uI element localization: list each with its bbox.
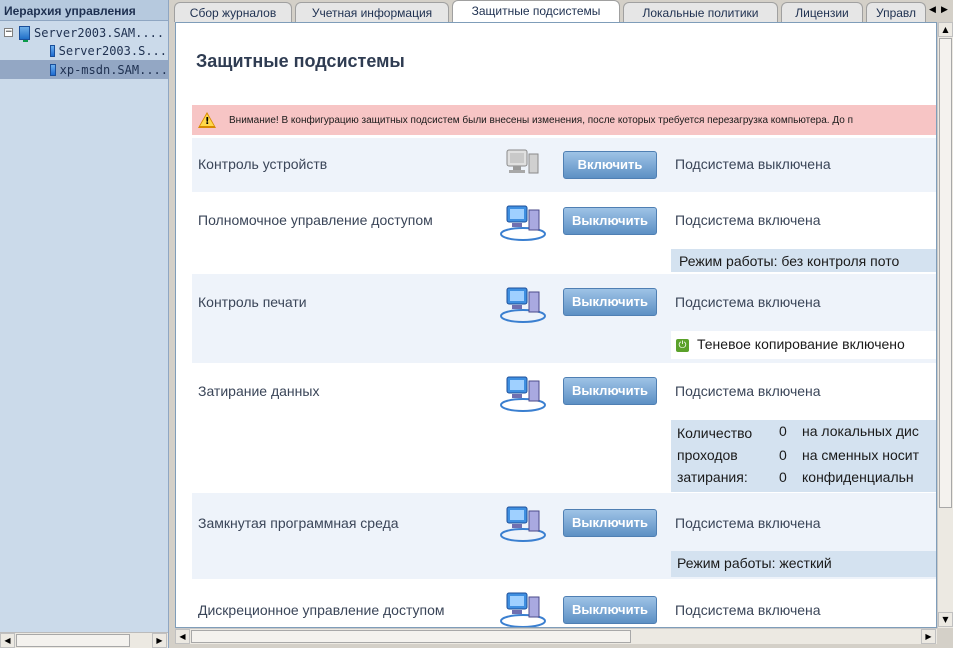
computer-icon xyxy=(50,44,55,57)
subsystem-row-mandatory-access: Полномочное управление доступом Выключит… xyxy=(192,192,936,274)
computer-network-icon xyxy=(500,376,546,412)
scroll-right-icon[interactable]: ▶ xyxy=(152,633,167,648)
subsystem-status: Подсистема включена xyxy=(675,212,821,228)
computer-network-icon xyxy=(500,506,546,542)
enable-button[interactable]: Включить xyxy=(563,151,657,179)
computer-network-icon xyxy=(500,592,546,627)
disable-button[interactable]: Выключить xyxy=(563,207,657,235)
subsystem-name: Замкнутая программная среда xyxy=(198,515,399,531)
wipe-passes-label-line: затирания: xyxy=(677,469,748,485)
subsystem-status: Подсистема включена xyxy=(675,294,821,310)
collapse-icon[interactable]: − xyxy=(4,28,13,37)
shadow-copy-detail: ⏻ Теневое копирование включено xyxy=(671,331,936,359)
wipe-passes-label-line: проходов xyxy=(677,447,738,463)
wipe-value-confidential: 0 xyxy=(779,469,787,485)
subsystem-name: Контроль устройств xyxy=(198,156,328,172)
computer-network-icon xyxy=(500,287,546,323)
subsystem-row-print-control: Контроль печати Выключить Подсистема вкл… xyxy=(192,274,936,363)
tree-node-label: Server2003.SAM.... xyxy=(34,25,165,40)
wipe-value-removable: 0 xyxy=(779,447,787,463)
scroll-left-icon[interactable]: ◀ xyxy=(175,629,190,644)
disable-button[interactable]: Выключить xyxy=(563,596,657,624)
tab-bar: Сбор журналов Учетная информация Защитны… xyxy=(171,0,953,22)
operating-mode-detail: Режим работы: без контроля пото xyxy=(671,249,936,272)
wipe-target-removable: на сменных носит xyxy=(802,447,919,463)
wipe-target-confidential: конфиденциальн xyxy=(802,469,914,485)
subsystem-row-data-wiping: Затирание данных Выключить Подсистема вк… xyxy=(192,363,936,493)
page-title: Защитные подсистемы xyxy=(196,51,405,71)
subsystem-status: Подсистема включена xyxy=(675,515,821,531)
warning-text: Внимание! В конфигурацию защитных подсис… xyxy=(229,114,853,126)
disable-button[interactable]: Выключить xyxy=(563,509,657,537)
computer-icon xyxy=(50,63,56,76)
management-tree-pane: Иерархия управления − Server2003.SAM....… xyxy=(0,0,169,648)
tree-node-server2003-child[interactable]: Server2003.S... xyxy=(50,41,167,60)
wipe-value-local: 0 xyxy=(779,423,787,439)
shadow-copy-text: Теневое копирование включено xyxy=(697,336,905,352)
disable-button[interactable]: Выключить xyxy=(563,377,657,405)
tab-log-collection[interactable]: Сбор журналов xyxy=(174,2,292,22)
tab-security-subsystems[interactable]: Защитные подсистемы xyxy=(452,0,620,22)
scroll-right-icon[interactable]: ▶ xyxy=(921,629,936,644)
wipe-target-local: на локальных дис xyxy=(802,423,919,439)
subsystem-status: Подсистема включена xyxy=(675,383,821,399)
app-window: Иерархия управления − Server2003.SAM....… xyxy=(0,0,953,648)
power-on-icon: ⏻ xyxy=(676,338,689,352)
subsystem-name: Контроль печати xyxy=(198,294,307,310)
content-vertical-scrollbar[interactable]: ▲ ▼ xyxy=(937,22,953,628)
scrollbar-corner xyxy=(937,628,953,644)
computer-disabled-icon xyxy=(506,149,539,174)
tab-scroll-right-icon[interactable]: ▶ xyxy=(939,2,950,16)
scroll-left-icon[interactable]: ◀ xyxy=(0,633,15,648)
scroll-up-icon[interactable]: ▲ xyxy=(938,22,953,37)
vertical-scroll-thumb[interactable] xyxy=(939,38,952,508)
tree-node-label: Server2003.S... xyxy=(58,43,167,58)
wipe-passes-label: Количество проходов затирания: xyxy=(677,422,752,488)
tab-account-info[interactable]: Учетная информация xyxy=(295,2,449,22)
content-horizontal-scrollbar[interactable]: ◀ ▶ xyxy=(175,628,937,644)
tree-node-xp-msdn[interactable]: xp-msdn.SAM.... xyxy=(0,60,168,79)
subsystem-status: Подсистема включена xyxy=(675,602,821,618)
subsystem-name: Полномочное управление доступом xyxy=(198,212,433,228)
subsystem-row-closed-environment: Замкнутая программная среда Выключить По… xyxy=(192,493,936,579)
security-subsystems-panel: Защитные подсистемы ! Внимание! В конфиг… xyxy=(175,22,937,628)
wipe-passes-table: Количество проходов затирания: 0 0 0 на … xyxy=(671,420,936,492)
subsystem-name: Дискреционное управление доступом xyxy=(198,602,445,618)
disable-button[interactable]: Выключить xyxy=(563,288,657,316)
tab-licenses[interactable]: Лицензии xyxy=(781,2,863,22)
tree-node-server2003-root[interactable]: − Server2003.SAM.... xyxy=(4,23,167,42)
subsystem-row-device-control: Контроль устройств Включить Подсистема в… xyxy=(192,138,936,192)
tab-scroll-left-icon[interactable]: ◀ xyxy=(927,2,938,16)
subsystem-name: Затирание данных xyxy=(198,383,320,399)
tree-node-label: xp-msdn.SAM.... xyxy=(59,62,168,77)
operating-mode-detail: Режим работы: жесткий xyxy=(671,551,936,577)
subsystem-row-discretionary-access: Дискреционное управление доступом Выключ… xyxy=(192,579,936,627)
tab-local-policies[interactable]: Локальные политики xyxy=(623,2,778,22)
tree-hscroll-thumb[interactable] xyxy=(16,634,130,647)
computer-network-icon xyxy=(500,205,546,241)
tree-header: Иерархия управления xyxy=(0,0,168,21)
server-icon xyxy=(19,25,30,42)
wipe-passes-label-line: Количество xyxy=(677,425,753,441)
subsystem-status: Подсистема выключена xyxy=(675,156,831,172)
tree-horizontal-scrollbar[interactable]: ◀ ▶ xyxy=(0,632,168,648)
tab-management[interactable]: Управл xyxy=(866,2,926,22)
warning-icon: ! xyxy=(198,112,216,128)
horizontal-scroll-thumb[interactable] xyxy=(191,630,631,643)
restart-warning-banner: ! Внимание! В конфигурацию защитных подс… xyxy=(192,105,936,135)
scroll-down-icon[interactable]: ▼ xyxy=(938,612,953,627)
